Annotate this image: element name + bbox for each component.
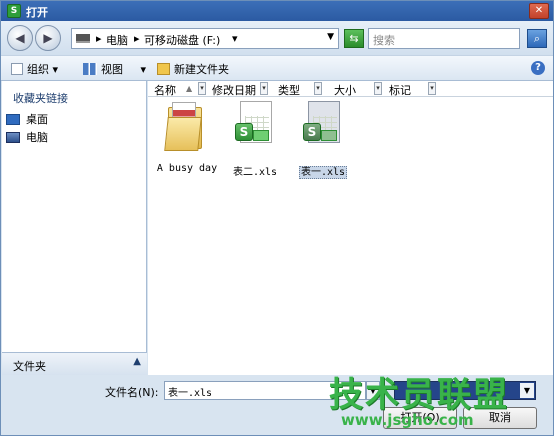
help-button[interactable]: ? xyxy=(531,61,545,75)
view-label: 视图 xyxy=(101,63,123,76)
crumb-separator-icon: ▸ xyxy=(96,32,102,45)
column-type[interactable]: 类型 xyxy=(278,82,300,98)
view-menu[interactable]: 视图 ▾ xyxy=(83,61,146,77)
chevron-up-icon: ▲ xyxy=(133,356,141,367)
title-bar: S 打开 ✕ xyxy=(1,1,553,21)
new-folder-label: 新建文件夹 xyxy=(174,63,229,76)
refresh-icon: ⇆ xyxy=(349,32,359,45)
crumb-separator-icon[interactable]: ▸ xyxy=(134,32,140,45)
chevron-down-icon: ▾ xyxy=(140,63,147,76)
address-dropdown-icon[interactable]: ▼ xyxy=(327,32,334,42)
forward-button[interactable]: ▶ xyxy=(35,25,61,51)
column-tags[interactable]: 标记 xyxy=(389,82,411,98)
column-date-modified[interactable]: 修改日期 xyxy=(212,82,256,98)
dialog-footer: 文件名(N): 表一.xls ▼ ▼ 打开(O) 取消 xyxy=(1,375,553,435)
search-button[interactable]: ⌕ xyxy=(527,29,547,48)
spreadsheet-badge-icon: S xyxy=(303,123,321,141)
file-name: A busy day xyxy=(156,163,218,174)
organize-icon xyxy=(11,63,23,75)
column-filter-dropdown[interactable]: ▾ xyxy=(428,82,436,95)
column-filter-dropdown[interactable]: ▾ xyxy=(260,82,268,95)
column-size[interactable]: 大小 xyxy=(334,82,356,98)
navigation-bar: ◀ ▶ ▸ 电脑 ▸ 可移动磁盘 (F:) ▾ ▼ ⇆ 搜索 ⌕ xyxy=(1,21,553,55)
refresh-button[interactable]: ⇆ xyxy=(344,29,364,48)
file-list-pane: 名称 ▲ ▾ 修改日期 ▾ 类型 ▾ 大小 ▾ 标记 ▾ A busy day … xyxy=(148,81,553,375)
forward-arrow-icon: ▶ xyxy=(43,31,53,45)
file-name: 表二.xls xyxy=(232,167,278,178)
spreadsheet-badge-icon: S xyxy=(235,123,253,141)
app-icon: S xyxy=(7,4,21,18)
filename-input[interactable]: 表一.xls xyxy=(164,381,366,400)
breadcrumb-computer[interactable]: 电脑 xyxy=(106,32,128,48)
chevron-down-icon: ▾ xyxy=(52,63,59,76)
close-button[interactable]: ✕ xyxy=(529,3,549,19)
favorites-heading: 收藏夹链接 xyxy=(13,92,68,105)
file-name: 表一.xls xyxy=(298,166,348,179)
organize-menu[interactable]: 组织 ▾ xyxy=(11,61,58,77)
file-item-folder[interactable]: A busy day xyxy=(154,99,220,174)
file-item-spreadsheet[interactable]: S 表二.xls xyxy=(222,99,288,178)
folders-label: 文件夹 xyxy=(13,360,46,373)
open-file-dialog: S 打开 ✕ ◀ ▶ ▸ 电脑 ▸ 可移动磁盘 (F:) ▾ ▼ ⇆ 搜索 ⌕ … xyxy=(0,0,554,436)
sidebar-item-computer[interactable]: 电脑 xyxy=(6,129,48,145)
column-filter-dropdown[interactable]: ▾ xyxy=(314,82,322,95)
address-bar[interactable]: ▸ 电脑 ▸ 可移动磁盘 (F:) ▾ ▼ xyxy=(71,28,339,49)
command-toolbar: 组织 ▾ 视图 ▾ 新建文件夹 ? xyxy=(1,55,553,81)
new-folder-button[interactable]: 新建文件夹 xyxy=(157,61,229,77)
organize-label: 组织 xyxy=(27,63,49,76)
new-folder-icon xyxy=(157,63,170,75)
column-filter-dropdown[interactable]: ▾ xyxy=(198,82,206,95)
sort-asc-icon: ▲ xyxy=(186,84,193,93)
crumb-dropdown-icon[interactable]: ▾ xyxy=(232,32,238,45)
file-item-spreadsheet-selected[interactable]: S 表一.xls xyxy=(290,99,356,179)
column-header-row: 名称 ▲ ▾ 修改日期 ▾ 类型 ▾ 大小 ▾ 标记 ▾ xyxy=(148,81,553,97)
sidebar-item-label: 桌面 xyxy=(26,113,48,126)
view-icon xyxy=(83,63,97,75)
column-filter-dropdown[interactable]: ▾ xyxy=(374,82,382,95)
column-name[interactable]: 名称 xyxy=(154,82,176,98)
chevron-down-icon: ▼ xyxy=(520,383,534,398)
filename-history-dropdown[interactable]: ▼ xyxy=(366,381,380,400)
desktop-icon xyxy=(6,114,20,125)
window-title: 打开 xyxy=(26,6,48,19)
folders-toggle[interactable]: 文件夹 ▲ xyxy=(2,352,147,375)
drive-icon xyxy=(76,34,90,43)
filename-label: 文件名(N): xyxy=(105,386,159,399)
open-button[interactable]: 打开(O) xyxy=(383,407,457,429)
computer-icon xyxy=(6,132,20,143)
folder-front-icon xyxy=(164,117,202,151)
sidebar-item-label: 电脑 xyxy=(26,131,48,144)
breadcrumb-removable-disk[interactable]: 可移动磁盘 (F:) xyxy=(144,32,220,48)
back-button[interactable]: ◀ xyxy=(7,25,33,51)
sidebar-item-desktop[interactable]: 桌面 xyxy=(6,111,48,127)
search-icon: ⌕ xyxy=(533,32,541,45)
filetype-select[interactable]: ▼ xyxy=(394,381,536,400)
back-arrow-icon: ◀ xyxy=(15,31,25,45)
spreadsheet-tab-icon xyxy=(321,130,337,141)
cancel-button[interactable]: 取消 xyxy=(463,407,537,429)
search-input[interactable]: 搜索 xyxy=(368,28,520,49)
spreadsheet-tab-icon xyxy=(253,130,269,141)
navigation-pane: 收藏夹链接 桌面 电脑 xyxy=(2,81,147,375)
